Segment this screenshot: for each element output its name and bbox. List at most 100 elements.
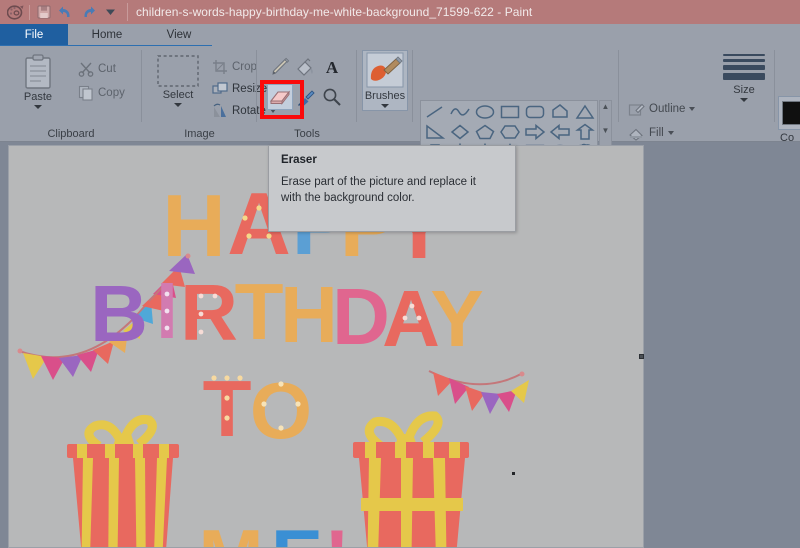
svg-text:O: O (250, 366, 312, 455)
color-picker-tool[interactable] (293, 84, 319, 110)
copy-button-label: Copy (98, 87, 125, 99)
magnifier-icon (323, 88, 341, 106)
shape-diamond[interactable] (447, 122, 472, 142)
qat-divider (29, 4, 30, 20)
select-dropdown-caret[interactable] (174, 103, 182, 107)
outline-pencil-icon (628, 103, 645, 116)
ribbon-group-size: Size (713, 46, 775, 142)
rotate-icon (213, 103, 226, 117)
ribbon-tab-strip: File Home View (0, 24, 800, 47)
group-separator (618, 50, 619, 122)
paste-button-label: Paste (23, 91, 53, 103)
svg-text:M: M (199, 513, 264, 548)
svg-text:A: A (326, 58, 339, 77)
svg-text:E: E (271, 513, 323, 548)
redo-icon[interactable] (77, 1, 99, 23)
color-1-button[interactable] (778, 96, 800, 130)
artwork-text-to: T O (203, 364, 313, 455)
paste-button[interactable]: Paste (12, 54, 64, 109)
shape-line[interactable] (422, 102, 447, 122)
shape-rectangle[interactable] (497, 102, 522, 122)
copy-icon (78, 85, 93, 101)
cut-button-label: Cut (98, 63, 116, 75)
canvas-resize-handle[interactable] (639, 354, 644, 359)
group-separator (774, 50, 775, 122)
shape-hexagon[interactable] (497, 122, 522, 142)
svg-text:!: ! (324, 513, 350, 548)
tooltip-title: Eraser (281, 154, 317, 166)
window-title: children-s-words-happy-birthday-me-white… (136, 5, 533, 19)
group-label-image: Image (184, 128, 215, 140)
tab-home[interactable]: Home (68, 24, 146, 46)
select-button[interactable]: Select (150, 54, 206, 107)
scissors-icon (78, 62, 94, 77)
outline-button[interactable]: Outline (628, 98, 696, 120)
tooltip-body: Erase part of the picture and replace it… (281, 176, 476, 204)
undo-icon[interactable] (55, 1, 77, 23)
resize-icon (212, 82, 228, 94)
pencil-tool[interactable] (267, 54, 293, 80)
size-dropdown-caret[interactable] (740, 98, 748, 102)
tab-file[interactable]: File (0, 24, 68, 46)
text-icon: A (326, 58, 339, 77)
mouse-cursor-dot (512, 472, 515, 475)
size-button[interactable]: Size (721, 54, 767, 102)
outline-dropdown-caret[interactable] (689, 107, 696, 111)
crop-button-label: Crop (232, 61, 257, 73)
line-thickness-icon (723, 54, 765, 83)
brushes-dropdown-caret[interactable] (381, 104, 389, 108)
titlebar-divider (127, 3, 128, 21)
svg-text:H: H (162, 176, 226, 275)
svg-text:R: R (180, 268, 238, 357)
paint-logo-icon[interactable] (4, 1, 26, 23)
fill-button[interactable]: Fill (628, 122, 674, 144)
paste-dropdown-caret[interactable] (34, 105, 42, 109)
shape-right-arrow[interactable] (522, 122, 547, 142)
shape-left-arrow[interactable] (547, 122, 572, 142)
cut-button[interactable]: Cut (78, 58, 116, 80)
fill-button-label: Fill (649, 127, 664, 139)
selection-rectangle-icon (157, 55, 199, 87)
shape-right-triangle[interactable] (422, 122, 447, 142)
svg-text:H: H (280, 270, 338, 359)
clipboard-icon (25, 54, 51, 89)
save-icon[interactable] (33, 1, 55, 23)
shapes-scroll-up-icon[interactable]: ▲ (602, 103, 610, 111)
artwork-text-me: M E ! (199, 513, 350, 548)
text-tool[interactable]: A (319, 54, 345, 80)
crop-button[interactable]: Crop (212, 56, 257, 78)
brushes-button-label: Brushes (364, 90, 406, 102)
shape-pentagon[interactable] (472, 122, 497, 142)
color-1-swatch (782, 101, 800, 125)
svg-text:B: B (90, 269, 148, 358)
ribbon-group-colors: Co (776, 46, 800, 144)
paintbrush-icon (366, 52, 404, 88)
shape-rounded-rectangle[interactable] (522, 102, 547, 122)
quick-access-toolbar (0, 0, 121, 24)
tab-view[interactable]: View (146, 24, 212, 46)
shape-polygon[interactable] (547, 102, 572, 122)
ribbon: Paste Cut Copy Clipboard Select Crop Res… (0, 46, 800, 162)
fill-dropdown-caret[interactable] (667, 131, 674, 135)
magnifier-tool[interactable] (319, 84, 345, 110)
shape-oval[interactable] (472, 102, 497, 122)
outline-button-label: Outline (649, 103, 686, 115)
shape-triangle[interactable] (572, 102, 597, 122)
paint-bucket-icon (297, 58, 313, 76)
ribbon-group-image: Select Crop Resize Rotate Image (142, 46, 276, 142)
svg-text:T: T (235, 267, 284, 356)
shape-curve[interactable] (447, 102, 472, 122)
shape-up-arrow[interactable] (572, 122, 597, 142)
svg-text:Y: Y (430, 274, 483, 363)
crop-icon (213, 60, 227, 74)
customize-qat-icon[interactable] (99, 1, 121, 23)
size-button-label: Size (733, 84, 755, 96)
eraser-tool[interactable] (267, 84, 293, 110)
shapes-scroll-down-icon[interactable]: ▼ (602, 127, 610, 135)
brushes-button[interactable]: Brushes (362, 50, 408, 111)
copy-button[interactable]: Copy (78, 82, 125, 104)
ribbon-group-clipboard: Paste Cut Copy Clipboard (0, 46, 142, 142)
eraser-tooltip: Eraser Erase part of the picture and rep… (268, 145, 516, 232)
title-bar: children-s-words-happy-birthday-me-white… (0, 0, 800, 24)
fill-with-color-tool[interactable] (293, 54, 319, 80)
